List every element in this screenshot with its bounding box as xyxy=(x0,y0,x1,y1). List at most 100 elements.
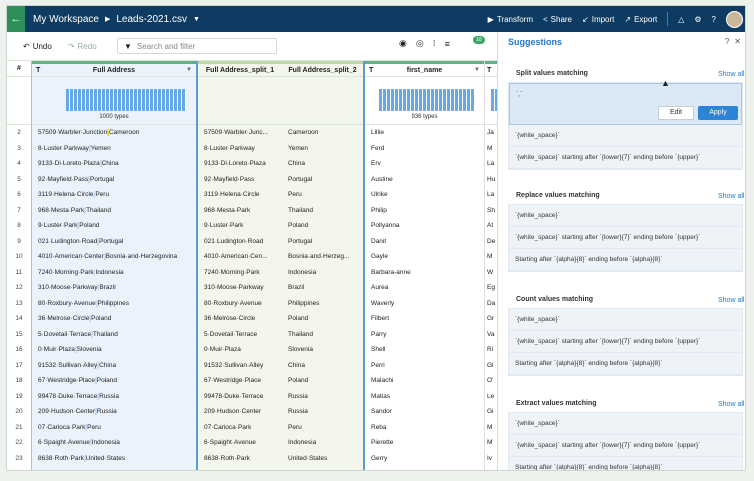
next-column-cell[interactable]: Iv xyxy=(485,451,497,467)
suggestion-item[interactable]: `{white_space}` xyxy=(509,125,742,147)
split-1-cell[interactable]: 9·Luster·Park xyxy=(198,218,282,234)
text-type-icon[interactable]: T xyxy=(487,67,491,74)
workspace-link[interactable]: My Workspace xyxy=(33,14,99,25)
back-arrow-icon[interactable]: ← xyxy=(7,6,25,32)
first-name-cell[interactable]: Danit xyxy=(365,234,484,250)
first-name-cell[interactable]: Waverly xyxy=(365,296,484,312)
split-2-cell[interactable]: Bosnia·and·Herzeg... xyxy=(282,249,363,265)
show-all-link[interactable]: Show all xyxy=(718,297,745,304)
next-column-cell[interactable]: Va xyxy=(485,327,497,343)
split-1-cell[interactable]: 310·Moose·Parkway xyxy=(198,280,282,296)
first-name-cell[interactable]: Shell xyxy=(365,342,484,358)
full-address-histogram[interactable]: 1000 types xyxy=(32,77,196,125)
gear-icon[interactable]: ⚙ xyxy=(694,15,701,24)
split-2-cell[interactable]: Poland xyxy=(282,311,363,327)
split-2-cell[interactable]: Russia xyxy=(282,404,363,420)
apply-button[interactable]: Apply xyxy=(698,106,738,120)
first-name-histogram[interactable]: 936 types xyxy=(365,77,484,125)
address-cell[interactable]: 9133·Di·Loreto·Plaza China xyxy=(32,156,196,172)
suggestion-item[interactable]: `{white_space}` starting after `{lower}{… xyxy=(509,147,742,169)
next-column-cell[interactable]: M xyxy=(485,435,497,451)
first-name-cell[interactable]: Filbert xyxy=(365,311,484,327)
first-name-cell[interactable]: Matias xyxy=(365,389,484,405)
full-address-column[interactable]: T Full Address ▼ 1000 types 57509·Warble… xyxy=(31,61,198,470)
address-cell[interactable]: 021·Ludington·Road Portugal xyxy=(32,234,196,250)
next-column-cell[interactable]: O' xyxy=(485,373,497,389)
suggestion-item[interactable]: Starting after `{alpha}{8}` ending befor… xyxy=(509,249,742,271)
split-1-cell[interactable]: 209·Hudson·Center xyxy=(198,404,282,420)
split-1-cell[interactable]: 36·Melrose·Circle xyxy=(198,311,282,327)
next-column-cell[interactable]: La xyxy=(485,187,497,203)
redo-button[interactable]: ↷ Redo xyxy=(68,42,97,51)
column-menu-icon[interactable]: ▼ xyxy=(186,67,192,73)
split-2-cell[interactable]: Peru xyxy=(282,187,363,203)
share-button[interactable]: < Share xyxy=(543,15,572,24)
next-column-cell[interactable]: M xyxy=(485,141,497,157)
first-name-cell[interactable]: Lillie xyxy=(365,125,484,141)
address-cell[interactable]: 310·Moose·Parkway Brazil xyxy=(32,280,196,296)
suggestion-item[interactable]: `{white_space}` xyxy=(509,413,742,435)
first-name-cell[interactable]: Madelaine xyxy=(365,466,484,470)
next-column-cell[interactable]: Sh xyxy=(485,203,497,219)
first-name-cell[interactable]: Erv xyxy=(365,156,484,172)
address-cell[interactable]: 57509·Warbler·Junction Cameroon xyxy=(32,125,196,141)
show-all-link[interactable]: Show all xyxy=(718,401,745,408)
next-column-cell[interactable]: De xyxy=(485,234,497,250)
first-name-cell[interactable]: Philip xyxy=(365,203,484,219)
column-stats-icon[interactable]: ⁝ xyxy=(433,38,436,49)
split-1-cell[interactable]: 3119·Helena·Circle xyxy=(198,187,282,203)
next-column-cell[interactable]: M xyxy=(485,420,497,436)
address-cell[interactable]: 07·Carioca·Park Peru xyxy=(32,420,196,436)
split-2-cell[interactable]: Portugal xyxy=(282,172,363,188)
selected-suggestion[interactable]: `,` Edit Apply xyxy=(509,83,742,125)
help-icon[interactable]: ? xyxy=(725,37,729,46)
first-name-cell[interactable]: Ulrike xyxy=(365,187,484,203)
next-column-cell[interactable]: La xyxy=(485,156,497,172)
address-cell[interactable]: 209·Hudson·Center Russia xyxy=(32,404,196,420)
split-1-cell[interactable]: 91532·Sullivan·Alley xyxy=(198,358,282,374)
show-all-link[interactable]: Show all xyxy=(718,193,745,200)
text-type-icon[interactable]: T xyxy=(369,67,373,74)
chevron-down-icon[interactable]: ▼ xyxy=(193,16,200,23)
first-name-cell[interactable]: Reba xyxy=(365,420,484,436)
split-1-column[interactable]: Full Address_split_1 57509·Warbler·Junc.… xyxy=(198,61,282,470)
undo-button[interactable]: ↶ Undo xyxy=(23,42,52,51)
first-name-cell[interactable]: Pollyanna xyxy=(365,218,484,234)
first-name-column[interactable]: T first_name ▼ 936 types Lillie Ferd Erv Au… xyxy=(365,61,485,470)
suggestion-item[interactable]: `{white_space}` xyxy=(509,309,742,331)
file-name[interactable]: Leads-2021.csv xyxy=(116,14,187,25)
split-1-cell[interactable]: 968·Mesta·Park xyxy=(198,203,282,219)
transform-button[interactable]: ▶ Transform xyxy=(488,15,533,24)
first-name-cell[interactable]: Gayle xyxy=(365,249,484,265)
next-column-cell[interactable]: Ri xyxy=(485,342,497,358)
split-1-cell[interactable]: 67·Westridge·Place xyxy=(198,373,282,389)
next-column-header[interactable]: T xyxy=(485,61,497,77)
split-2-cell[interactable]: Brazil xyxy=(282,280,363,296)
next-column-cell[interactable]: Da xyxy=(485,296,497,312)
address-cell[interactable]: 7240·Morning·Park Indonesia xyxy=(32,265,196,281)
next-column-cell[interactable]: Sh xyxy=(485,466,497,470)
close-icon[interactable]: ✕ xyxy=(734,37,741,46)
next-column-cell[interactable]: Eg xyxy=(485,280,497,296)
next-column-cell[interactable]: Le xyxy=(485,389,497,405)
split-2-cell[interactable]: United·States xyxy=(282,451,363,467)
eye-icon[interactable]: ◉ xyxy=(399,38,407,49)
split-1-cell[interactable]: 8·Luster·Parkway xyxy=(198,141,282,157)
next-column-cell[interactable]: Gi xyxy=(485,404,497,420)
split-1-cell[interactable]: 6·Spaight·Avenue xyxy=(198,435,282,451)
split-2-cell[interactable]: Cameroon xyxy=(282,125,363,141)
split-1-cell[interactable]: 8638·Roth·Park xyxy=(198,451,282,467)
transform-steps-icon[interactable]: ≡ xyxy=(445,39,450,49)
split-2-cell[interactable]: China xyxy=(282,156,363,172)
address-cell[interactable]: 968·Mesta·Park Thailand xyxy=(32,203,196,219)
split-2-header[interactable]: Full Address_split_2 xyxy=(282,61,363,77)
help-icon[interactable]: ? xyxy=(712,15,716,24)
address-cell[interactable]: 5·Dovetail·Terrace Thailand xyxy=(32,327,196,343)
split-1-cell[interactable]: 92·Mayfield·Pass xyxy=(198,172,282,188)
address-cell[interactable]: 92·Mayfield·Pass Portugal xyxy=(32,172,196,188)
first-name-cell[interactable]: Pierette xyxy=(365,435,484,451)
next-column-cell[interactable]: At xyxy=(485,218,497,234)
address-cell[interactable]: 99478·Duke·Terrace Russia xyxy=(32,389,196,405)
split-1-cell[interactable]: 80·Roxbury·Avenue xyxy=(198,296,282,312)
first-name-cell[interactable]: Gerry xyxy=(365,451,484,467)
